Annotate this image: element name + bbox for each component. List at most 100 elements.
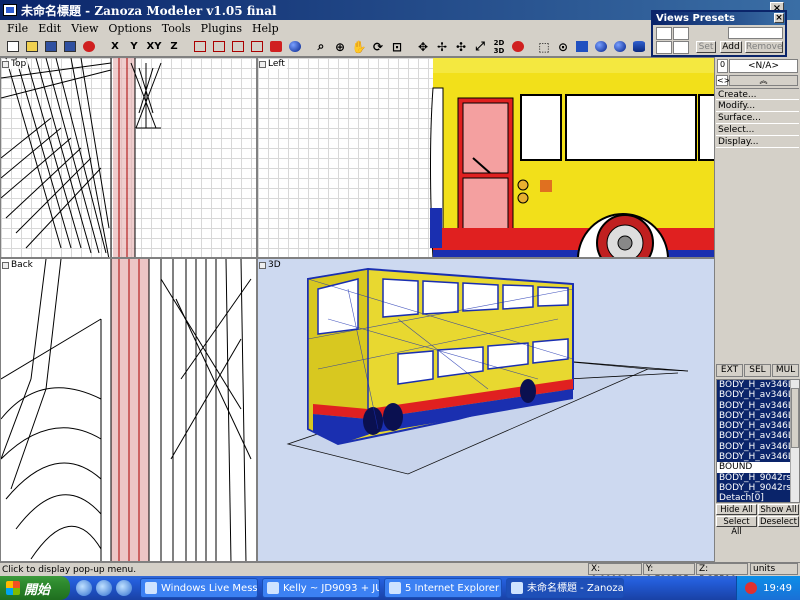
object-list-item[interactable]: BODY_H_av346L [717, 421, 799, 432]
new-file-button[interactable] [4, 39, 22, 55]
menu-options[interactable]: Options [103, 22, 156, 35]
status-message: Click to display pop-up menu. [2, 564, 137, 575]
preset-add-button[interactable]: Add [720, 41, 742, 53]
preset-slot[interactable] [673, 41, 689, 54]
object-list[interactable]: BODY_H_av346L BODY_H_av346L BODY_H_av346L B… [716, 379, 800, 503]
viewport-3d[interactable]: 3D [257, 258, 715, 562]
object-list-item[interactable]: BODY_H_av346L [717, 380, 799, 391]
tab-mul[interactable]: MUL [772, 364, 799, 377]
select-command[interactable]: Select... [716, 124, 799, 136]
move-button[interactable]: ✥ [414, 39, 432, 55]
object-list-item[interactable]: BODY_H_av346L [717, 441, 799, 453]
import-button[interactable] [61, 39, 79, 55]
axis-z-button[interactable]: Z [165, 39, 183, 55]
create-sphere2-button[interactable] [611, 39, 629, 55]
windows-logo-icon [6, 581, 20, 595]
viewport-left[interactable]: Left [257, 57, 715, 258]
transform-button[interactable]: ⤢ [471, 39, 489, 55]
deselect-button[interactable]: Deselect [758, 516, 799, 527]
object-list-item[interactable]: BODY_H_av346L [717, 452, 799, 463]
edge-mode-button[interactable] [210, 39, 228, 55]
create-command[interactable]: Create... [716, 88, 799, 100]
quicklaunch-icon[interactable] [96, 580, 112, 596]
modify-command[interactable]: Modify... [716, 100, 799, 112]
select-region-button[interactable]: ⬚ [535, 39, 553, 55]
collapse-button[interactable]: ︽ [729, 75, 798, 86]
zoom-region-button[interactable]: ⊕ [331, 39, 349, 55]
menu-file[interactable]: File [2, 22, 33, 35]
rotate-view-button[interactable]: ⟳ [369, 39, 387, 55]
taskbar-item-messenger[interactable]: Windows Live Messen... [140, 578, 258, 598]
rotate-button[interactable]: ✣ [452, 39, 470, 55]
scale-button[interactable]: ✢ [433, 39, 451, 55]
spin-box[interactable]: 0 [717, 59, 728, 73]
preset-set-button[interactable]: Set [696, 41, 716, 53]
views-presets-window: Views Presets × Set Add Remove [651, 10, 787, 57]
sphere-button[interactable] [286, 39, 304, 55]
viewport-top[interactable]: Top [0, 57, 257, 258]
preset-slot[interactable] [673, 27, 689, 40]
object-list-item[interactable]: BODY_H_av346L [717, 431, 799, 442]
select-all-button[interactable]: Select All [716, 516, 757, 537]
scrollbar-thumb[interactable] [791, 388, 799, 448]
panel-toggle-button[interactable]: <> [716, 75, 730, 86]
lasso-button[interactable]: ⊙ [554, 39, 572, 55]
create-box-button[interactable] [573, 39, 591, 55]
pan-button[interactable]: ✋ [350, 39, 368, 55]
object-list-item[interactable]: BODY_H_9042rs [717, 472, 799, 483]
menu-help[interactable]: Help [247, 22, 284, 35]
show-all-button[interactable]: Show All [758, 504, 799, 515]
sphere-icon [289, 41, 301, 52]
create-cylinder-button[interactable] [630, 39, 648, 55]
menu-plugins[interactable]: Plugins [196, 22, 247, 35]
axis-xy-button[interactable]: XY [144, 39, 164, 55]
object-mode-button[interactable] [248, 39, 266, 55]
quicklaunch-icon[interactable] [76, 580, 92, 596]
open-file-button[interactable] [23, 39, 41, 55]
vertex-mode-button[interactable] [191, 39, 209, 55]
tray-alert-icon[interactable] [745, 582, 758, 594]
menu-edit[interactable]: Edit [33, 22, 66, 35]
create-sphere-button[interactable] [592, 39, 610, 55]
object-list-item[interactable]: BODY_H_av346L [717, 390, 799, 401]
axis-x-button[interactable]: X [106, 39, 124, 55]
axis-y-button[interactable]: Y [125, 39, 143, 55]
viewport-pin-icon [2, 261, 9, 269]
object-list-scrollbar[interactable] [790, 380, 799, 502]
preset-slot[interactable] [656, 27, 672, 40]
object-list-item[interactable]: BODY_H_av346L [717, 410, 799, 422]
face-mode-button[interactable] [229, 39, 247, 55]
preset-slot[interactable] [656, 41, 672, 54]
menu-tools[interactable]: Tools [157, 22, 196, 35]
object-list-item[interactable]: Detach[0] [717, 493, 799, 502]
view-2d3d-button[interactable]: 2D 3D [490, 39, 508, 55]
no-select-button[interactable] [267, 39, 285, 55]
zoom-button[interactable]: ⌕ [312, 39, 330, 55]
hide-all-button[interactable]: Hide All [716, 504, 757, 515]
save-button[interactable] [42, 39, 60, 55]
presets-close-button[interactable]: × [774, 13, 784, 23]
taskbar-item-kelly[interactable]: Kelly ~ JD9093 + JU7... [262, 578, 380, 598]
viewport-back[interactable]: Back [0, 258, 257, 562]
display-command[interactable]: Display... [716, 136, 799, 148]
toolbar-separator [528, 39, 534, 55]
object-list-item[interactable]: BODY_H_9042rs [717, 482, 799, 494]
object-list-item[interactable]: BODY_H_av346L [717, 400, 799, 411]
z-buffer-button[interactable] [509, 39, 527, 55]
taskbar-item-ie[interactable]: 5 Internet Explorer [384, 578, 502, 598]
preset-remove-button[interactable]: Remove [745, 41, 783, 53]
surface-command[interactable]: Surface... [716, 112, 799, 124]
taskbar-item-zanoza[interactable]: 未命名標題 - Zanoza ... [506, 578, 624, 598]
quicklaunch-icon[interactable] [116, 580, 132, 596]
zoom-extents-button[interactable]: ⊡ [388, 39, 406, 55]
delete-button[interactable] [80, 39, 98, 55]
object-list-item[interactable]: BOUND [717, 462, 799, 472]
menu-view[interactable]: View [66, 22, 103, 35]
tab-sel[interactable]: SEL [744, 364, 771, 377]
object-name-field[interactable]: <N/A> [729, 59, 798, 73]
start-button[interactable]: 開始 [0, 576, 70, 600]
viewport-pin-icon [259, 261, 266, 269]
toolbar-separator [184, 39, 190, 55]
preset-dropdown[interactable] [728, 27, 783, 39]
tab-ext[interactable]: EXT [716, 364, 743, 377]
